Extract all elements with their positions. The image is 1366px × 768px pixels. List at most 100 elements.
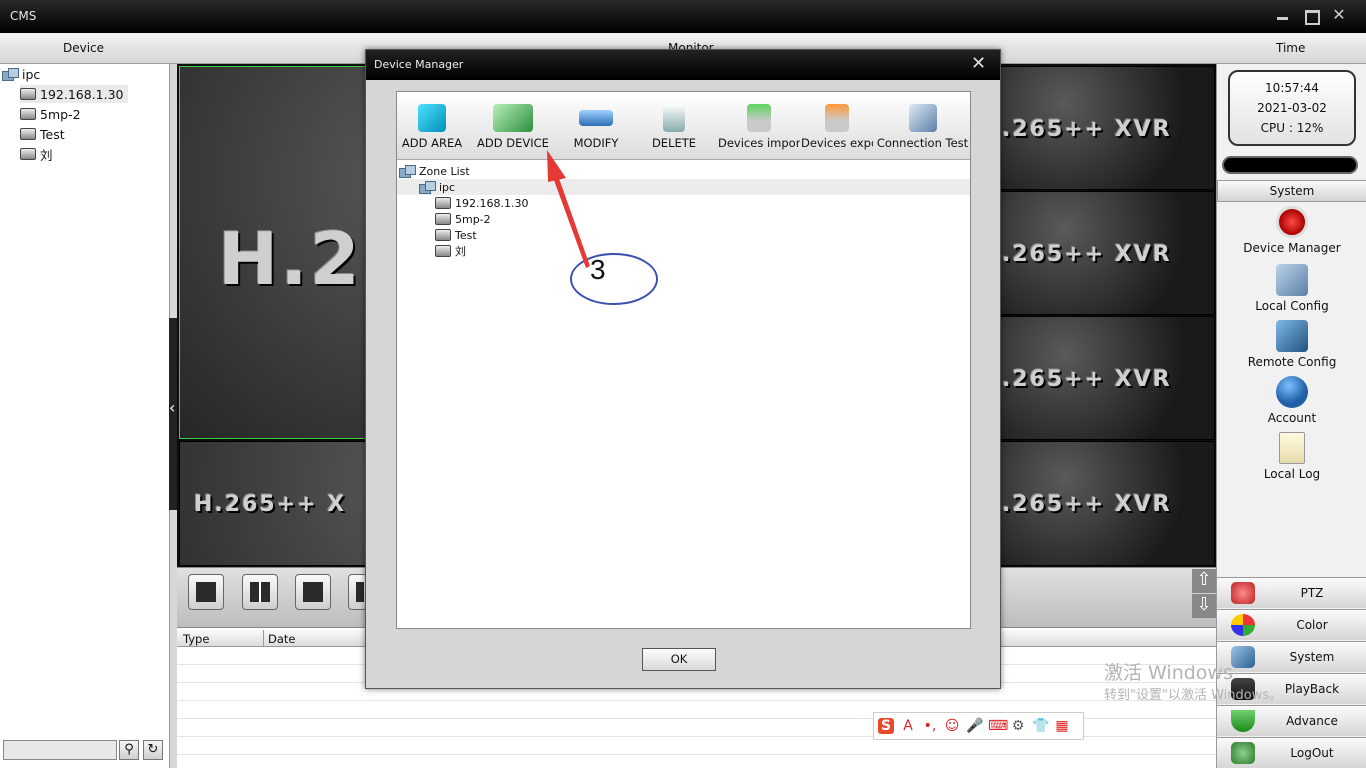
activation-watermark-title: 激活 Windows <box>1104 662 1233 684</box>
search-icon: ⚲ <box>124 742 134 757</box>
microphone-icon[interactable]: 🎤 <box>966 718 983 734</box>
dialog-toolbar: ADD AREA ADD DEVICE MODIFY DELETE Device… <box>397 92 970 160</box>
arrow-down-icon <box>1231 710 1255 732</box>
maximize-icon[interactable] <box>1303 8 1320 25</box>
right-panel: 10:57:44 2021-03-02 CPU : 12% System Dev… <box>1216 64 1366 768</box>
tree-item-device[interactable]: 刘 <box>20 145 53 163</box>
tree-label: 刘 <box>40 147 53 163</box>
minimize-icon[interactable] <box>1275 8 1291 22</box>
scroll-down-button[interactable]: ⇩ <box>1192 594 1216 618</box>
zone-ipc[interactable]: ipc <box>397 179 970 195</box>
tile-text: H.2 <box>218 217 362 301</box>
devices-import-button[interactable]: Devices import <box>718 104 800 158</box>
grid-line <box>177 754 1216 755</box>
add-area-button[interactable]: ADD AREA <box>399 104 465 158</box>
zone-device-item[interactable]: 5mp-2 <box>435 211 491 227</box>
ok-button[interactable]: OK <box>642 648 716 671</box>
zone-device-item[interactable]: 192.168.1.30 <box>435 195 528 211</box>
refresh-button[interactable]: ↻ <box>143 740 163 760</box>
account-button[interactable]: Account <box>1217 376 1366 425</box>
tree-label: Test <box>40 126 65 142</box>
title-bar: CMS ✕ <box>0 0 1366 33</box>
arrow-down-icon: ⇩ <box>1196 594 1212 615</box>
video-tile[interactable]: .265++ XVR <box>999 441 1215 566</box>
status-bar <box>1222 156 1358 174</box>
local-log-button[interactable]: Local Log <box>1217 432 1366 481</box>
logout-button[interactable]: LogOut <box>1217 737 1366 768</box>
layout-6-button[interactable] <box>295 574 331 610</box>
close-icon[interactable]: ✕ <box>1331 7 1347 23</box>
zone-device-item[interactable]: Test <box>435 227 477 243</box>
advance-button[interactable]: Advance <box>1217 705 1366 736</box>
ptz-button[interactable]: PTZ <box>1217 577 1366 608</box>
chevron-left-icon: ‹ <box>169 398 176 417</box>
dialog-title-bar[interactable]: Device Manager ✕ <box>366 50 1000 80</box>
settings-icon[interactable]: ⚙ <box>1010 718 1026 734</box>
device-manager-button[interactable]: Device Manager <box>1217 206 1366 255</box>
clock-date: 2021-03-02 <box>1257 101 1327 115</box>
modify-button[interactable]: MODIFY <box>565 104 627 158</box>
activation-watermark-text: 转到"设置"以激活 Windows。 <box>1104 688 1283 703</box>
system-label: System <box>1289 650 1335 664</box>
keyboard-icon[interactable]: ⌨ <box>988 718 1008 734</box>
ime-letter-icon[interactable]: A <box>900 718 916 734</box>
device-icon <box>435 245 451 257</box>
ptz-label: PTZ <box>1300 586 1324 600</box>
annotation-number: 3 <box>590 254 606 285</box>
tree-label: Zone List <box>419 164 470 178</box>
col-type[interactable]: Type <box>183 632 209 646</box>
delete-button[interactable]: DELETE <box>645 104 703 158</box>
add-device-button[interactable]: ADD DEVICE <box>475 104 551 158</box>
remote-config-button[interactable]: Remote Config <box>1217 320 1366 369</box>
add-device-icon <box>493 104 533 132</box>
local-config-button[interactable]: Local Config <box>1217 264 1366 313</box>
col-date[interactable]: Date <box>268 632 296 646</box>
tree-item-device[interactable]: Test <box>20 125 65 143</box>
device-icon <box>20 88 36 100</box>
tree-item-device[interactable]: 5mp-2 <box>20 105 81 123</box>
tree-item-device[interactable]: 192.168.1.30 <box>20 85 128 103</box>
devices-export-button[interactable]: Devices expor <box>801 104 873 158</box>
connection-test-button[interactable]: Connection Test <box>875 104 970 158</box>
device-icon <box>435 197 451 209</box>
emoji-icon[interactable]: ☺ <box>944 718 960 734</box>
tree-root-ipc[interactable]: ipc <box>2 65 40 83</box>
ime-logo-icon[interactable]: S <box>878 718 894 734</box>
layout-1-icon <box>196 582 216 602</box>
color-button[interactable]: Color <box>1217 609 1366 640</box>
zone-tree: Zone List ipc 192.168.1.30 5mp-2 Test 刘 <box>397 162 970 628</box>
search-button[interactable]: ⚲ <box>119 740 139 760</box>
layout-8-icon <box>356 582 364 602</box>
scroll-up-button[interactable]: ⇧ <box>1192 569 1216 593</box>
zone-device-item[interactable]: 刘 <box>435 243 466 259</box>
skin-icon[interactable]: 👕 <box>1032 718 1049 734</box>
tile-text: H.265++ X <box>194 492 347 517</box>
tree-label: 5mp-2 <box>455 212 491 226</box>
video-tile[interactable]: .265++ XVR <box>999 316 1215 440</box>
modify-label: MODIFY <box>573 136 619 150</box>
layout-4-button[interactable] <box>242 574 278 610</box>
users-icon <box>1276 376 1308 408</box>
device-icon <box>20 108 36 120</box>
add-device-label: ADD DEVICE <box>477 136 549 150</box>
punctuation-icon[interactable]: •, <box>922 718 938 734</box>
grid-icon[interactable]: ▦ <box>1054 718 1070 734</box>
system-button[interactable]: System <box>1217 641 1366 672</box>
ime-toolbar: S A •, ☺ 🎤 ⌨ ⚙ 👕 ▦ <box>873 712 1084 740</box>
device-icon <box>435 213 451 225</box>
devices-export-label: Devices expor <box>801 136 873 150</box>
header-device: Device <box>63 41 105 55</box>
collapse-panel-handle[interactable]: ‹ <box>169 318 177 510</box>
close-icon[interactable]: ✕ <box>971 55 986 73</box>
layout-1-button[interactable] <box>188 574 224 610</box>
document-icon <box>1279 432 1305 464</box>
trash-icon <box>663 104 685 132</box>
video-tile[interactable]: .265++ XVR <box>999 66 1215 190</box>
clock-display: 10:57:44 2021-03-02 CPU : 12% <box>1228 70 1356 146</box>
remote-config-icon <box>1276 320 1308 352</box>
config-icon <box>1276 264 1308 296</box>
account-label: Account <box>1267 411 1317 425</box>
zone-list-root[interactable]: Zone List <box>399 163 470 179</box>
device-search-input[interactable] <box>3 740 117 760</box>
video-tile[interactable]: .265++ XVR <box>999 191 1215 315</box>
